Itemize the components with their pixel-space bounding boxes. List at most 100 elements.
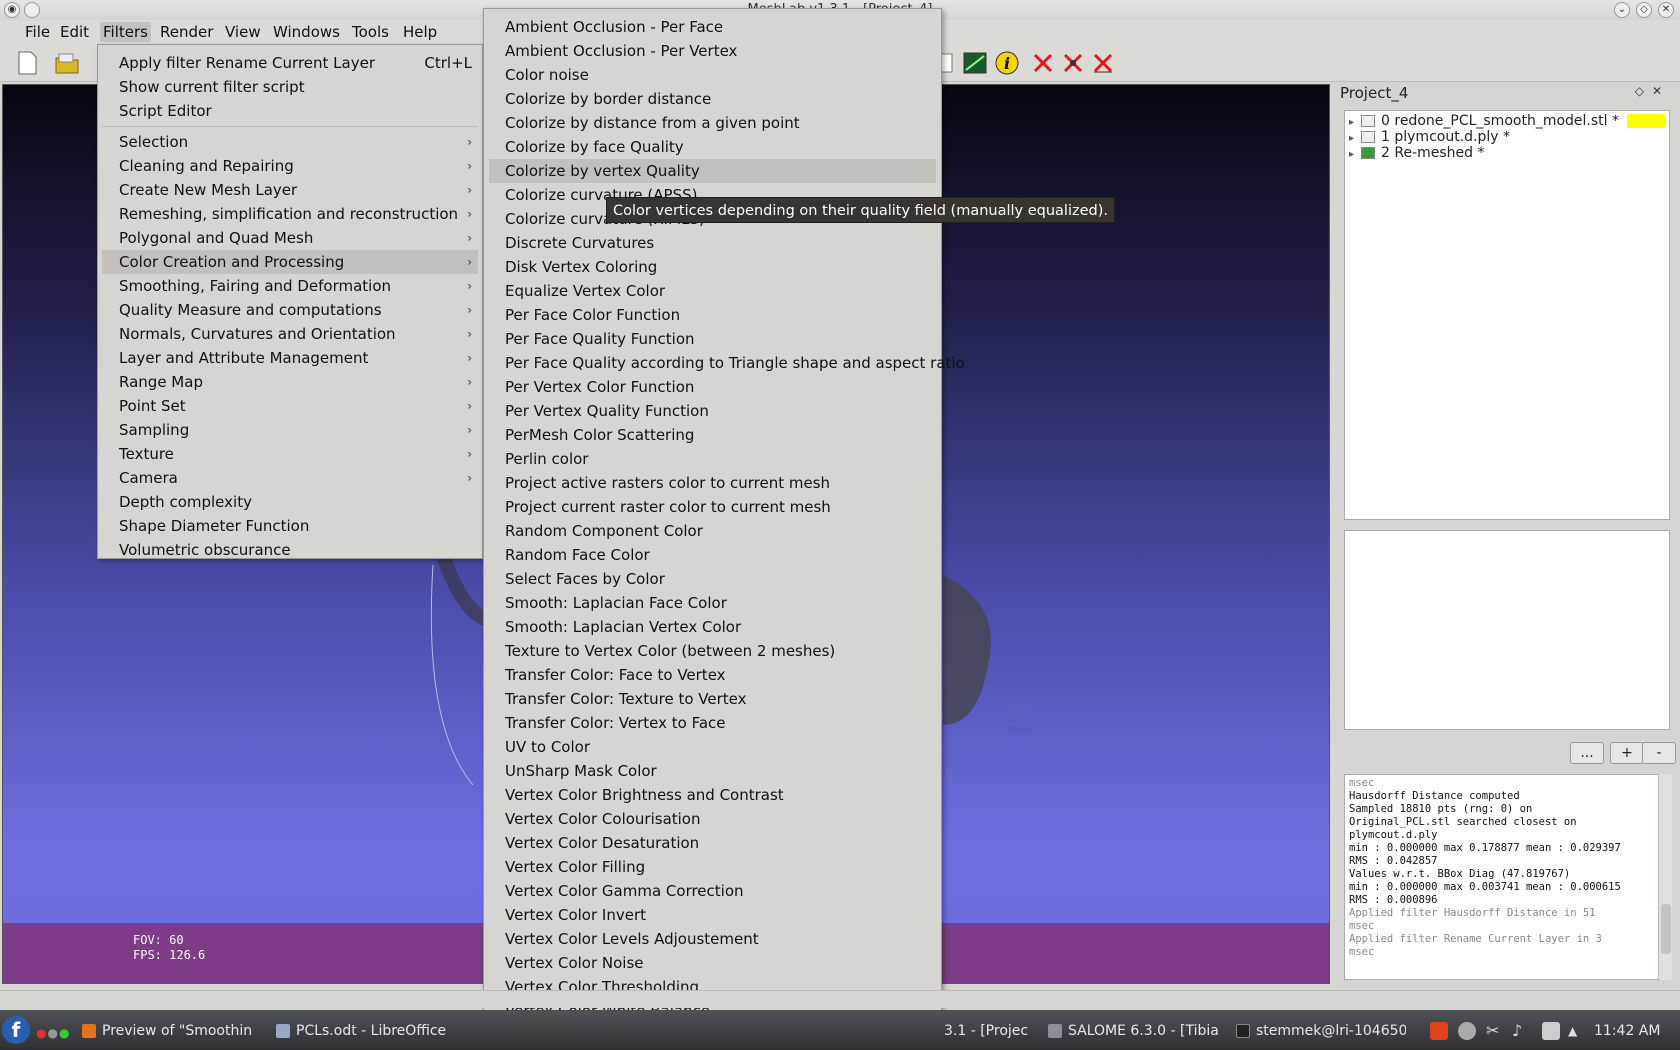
filters-category-item[interactable]: Normals, Curvatures and Orientation › (102, 322, 478, 346)
color-filter-item[interactable]: Project active rasters color to current … (489, 471, 936, 495)
volume-tray-icon[interactable]: ♪ (1512, 1022, 1530, 1040)
shader-icon[interactable] (962, 50, 988, 76)
filters-category-item[interactable]: Color Creation and Processing › (102, 250, 478, 274)
minimize-all-icon[interactable] (24, 2, 40, 18)
layer-row[interactable]: ▸ 1 plymcout.d.ply * (1349, 129, 1665, 145)
visibility-toggle-icon[interactable] (1361, 147, 1375, 159)
menu-filters[interactable]: Filters (100, 22, 151, 42)
filters-menu-item[interactable]: Apply filter Rename Current Layer Ctrl+L (102, 51, 478, 75)
filters-category-item[interactable]: Camera › (102, 466, 478, 490)
filters-category-item[interactable]: Point Set › (102, 394, 478, 418)
color-filter-item[interactable]: UV to Color (489, 735, 936, 759)
delete-selected-vertices-icon[interactable] (1060, 50, 1086, 76)
remove-button[interactable]: - (1642, 742, 1676, 764)
color-filter-item[interactable]: Per Face Quality Function (489, 327, 936, 351)
color-filter-item[interactable]: Vertex Color Gamma Correction (489, 879, 936, 903)
log-scrollbar[interactable] (1658, 774, 1672, 980)
color-filter-item[interactable]: Transfer Color: Vertex to Face (489, 711, 936, 735)
menu-edit[interactable]: Edit (57, 22, 92, 42)
open-folder-icon[interactable] (54, 50, 80, 76)
filters-menu-item[interactable]: Show current filter script (102, 75, 478, 99)
color-filter-item[interactable]: PerMesh Color Scattering (489, 423, 936, 447)
new-project-icon[interactable] (14, 50, 40, 76)
filters-category-item[interactable]: Selection › (102, 130, 478, 154)
color-filter-item[interactable]: Vertex Color Colourisation (489, 807, 936, 831)
task-button[interactable]: Preview of "Smoothing" - (82, 1020, 252, 1042)
color-filter-item[interactable]: Smooth: Laplacian Face Color (489, 591, 936, 615)
tray-expand-icon[interactable]: ▲ (1568, 1022, 1586, 1040)
color-filter-item[interactable]: Smooth: Laplacian Vertex Color (489, 615, 936, 639)
task-button[interactable]: stemmek@lri-104650:~ (1236, 1020, 1406, 1042)
close-window-icon[interactable]: ✕ (1658, 2, 1674, 18)
filters-category-item[interactable]: Layer and Attribute Management › (102, 346, 478, 370)
color-filter-item[interactable]: Vertex Color Noise (489, 951, 936, 975)
more-button[interactable]: ... (1570, 742, 1604, 764)
menu-render[interactable]: Render (157, 22, 216, 42)
filters-category-item[interactable]: Remeshing, simplification and reconstruc… (102, 202, 478, 226)
filters-category-item[interactable]: Create New Mesh Layer › (102, 178, 478, 202)
color-filter-item[interactable]: Vertex Color Invert (489, 903, 936, 927)
filters-menu-item[interactable]: Shape Diameter Function (102, 514, 478, 538)
color-filter-item[interactable]: Transfer Color: Face to Vertex (489, 663, 936, 687)
visibility-toggle-icon[interactable] (1361, 131, 1375, 143)
menu-view[interactable]: View (222, 22, 264, 42)
expand-arrow-icon[interactable]: ▸ (1349, 147, 1361, 163)
color-filter-item[interactable]: Per Vertex Quality Function (489, 399, 936, 423)
color-filter-item[interactable]: Colorize by border distance (489, 87, 936, 111)
dock-close-icon[interactable]: ✕ (1652, 84, 1670, 98)
task-button[interactable]: SALOME 6.3.0 - [Tibia3] (1048, 1020, 1220, 1042)
color-filter-item[interactable]: Color noise (489, 63, 936, 87)
settings-tray-icon[interactable] (1458, 1022, 1476, 1040)
menu-file[interactable]: File (22, 22, 53, 42)
window-menu-icon[interactable]: ◉ (4, 2, 20, 18)
filters-menu-item[interactable]: Script Editor (102, 99, 478, 123)
filters-menu-item[interactable]: Volumetric obscurance (102, 538, 478, 562)
fedora-start-icon[interactable]: f (2, 1016, 30, 1044)
delete-selected-faces-icon[interactable] (1030, 50, 1056, 76)
info-icon[interactable]: i (994, 50, 1020, 76)
filters-category-item[interactable]: Sampling › (102, 418, 478, 442)
color-filter-item[interactable]: Ambient Occlusion - Per Face (489, 15, 936, 39)
filters-category-item[interactable]: Texture › (102, 442, 478, 466)
color-filter-item[interactable]: Random Component Color (489, 519, 936, 543)
color-filter-item[interactable]: Vertex Color Filling (489, 855, 936, 879)
color-filter-item[interactable]: Random Face Color (489, 543, 936, 567)
color-filter-item[interactable]: Select Faces by Color (489, 567, 936, 591)
filters-category-item[interactable]: Smoothing, Fairing and Deformation › (102, 274, 478, 298)
color-filter-item[interactable]: Perlin color (489, 447, 936, 471)
layer-row[interactable]: ▸ 0 redone_PCL_smooth_model.stl * (1349, 113, 1665, 129)
alert-tray-icon[interactable] (1430, 1022, 1448, 1040)
color-filter-item[interactable]: Per Face Quality according to Triangle s… (489, 351, 965, 375)
color-filter-item[interactable]: Disk Vertex Coloring (489, 255, 936, 279)
color-filter-item[interactable]: Discrete Curvatures (489, 231, 936, 255)
color-filter-item[interactable]: Vertex Color Brightness and Contrast (489, 783, 936, 807)
task-button[interactable]: PCLs.odt - LibreOffice Wr (276, 1020, 448, 1042)
color-filter-item[interactable]: Texture to Vertex Color (between 2 meshe… (489, 639, 936, 663)
filters-menu-item[interactable]: Depth complexity (102, 490, 478, 514)
color-filter-item[interactable]: UnSharp Mask Color (489, 759, 936, 783)
dock-float-icon[interactable]: ◇ (1635, 84, 1652, 98)
filters-category-item[interactable]: Cleaning and Repairing › (102, 154, 478, 178)
network-tray-icon[interactable] (1542, 1022, 1560, 1040)
menu-windows[interactable]: Windows (270, 22, 343, 42)
delete-selection-icon[interactable] (1090, 50, 1116, 76)
scrollbar-thumb[interactable] (1661, 904, 1671, 954)
workspace-switcher-icon[interactable]: ●●● (36, 1026, 70, 1040)
color-filter-item[interactable]: Colorize by face Quality (489, 135, 936, 159)
minimize-window-icon[interactable]: ⌄ (1614, 2, 1630, 18)
menu-tools[interactable]: Tools (349, 22, 392, 42)
color-filter-item[interactable]: Per Vertex Color Function (489, 375, 936, 399)
color-filter-item[interactable]: Transfer Color: Texture to Vertex (489, 687, 936, 711)
color-filter-item[interactable]: Ambient Occlusion - Per Vertex (489, 39, 936, 63)
menu-help[interactable]: Help (400, 22, 440, 42)
filters-category-item[interactable]: Range Map › (102, 370, 478, 394)
maximize-window-icon[interactable]: ◇ (1636, 2, 1652, 18)
color-filter-item[interactable]: Project current raster color to current … (489, 495, 936, 519)
color-filter-item[interactable]: Vertex Color Levels Adjoustement (489, 927, 936, 951)
color-filter-item[interactable]: Equalize Vertex Color (489, 279, 936, 303)
filters-category-item[interactable]: Polygonal and Quad Mesh › (102, 226, 478, 250)
add-button[interactable]: + (1610, 742, 1644, 764)
layer-row[interactable]: ▸ 2 Re-meshed * (1349, 145, 1665, 161)
task-button[interactable]: 3.1 - [Projec (944, 1020, 1040, 1042)
color-filter-item[interactable]: Colorize by vertex Quality (489, 159, 936, 183)
